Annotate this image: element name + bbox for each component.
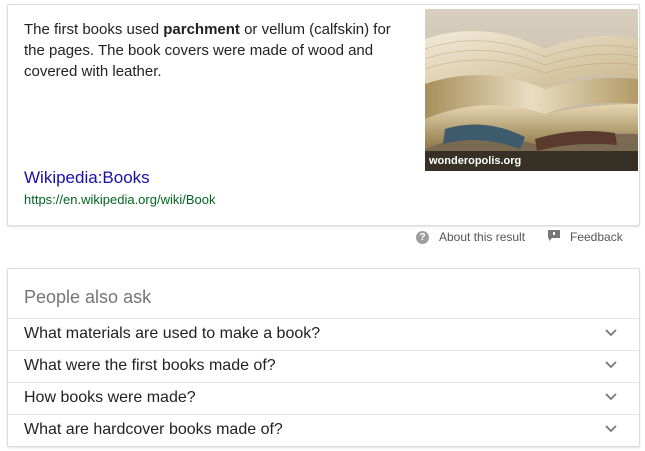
source-title-link[interactable]: Wikipedia:Books [24, 168, 150, 188]
snippet-image[interactable]: wonderopolis.org [425, 9, 638, 171]
feedback-link[interactable]: Feedback [548, 229, 623, 245]
paa-question-row[interactable]: What are hardcover books made of? [8, 414, 639, 446]
chevron-down-icon [605, 329, 617, 337]
question-circle-icon: ? [416, 230, 429, 244]
source-url: https://en.wikipedia.org/wiki/Book [24, 192, 216, 207]
people-also-ask-card: People also ask What materials are used … [7, 268, 640, 447]
chevron-down-icon [605, 425, 617, 433]
snippet-bold-term: parchment [163, 21, 240, 38]
paa-question-text: What were the first books made of? [24, 357, 276, 374]
paa-question-row[interactable]: How books were made? [8, 382, 639, 414]
about-label: About this result [439, 230, 526, 244]
snippet-text-start: The first books used [24, 21, 164, 38]
paa-question-row[interactable]: What were the first books made of? [8, 350, 639, 382]
people-also-ask-title: People also ask [24, 287, 152, 307]
paa-question-text: What are hardcover books made of? [24, 421, 283, 438]
feedback-label: Feedback [570, 230, 623, 244]
chevron-down-icon [605, 361, 617, 369]
feedback-flag-icon [548, 230, 560, 244]
paa-question-row[interactable]: What materials are used to make a book? [8, 318, 639, 350]
chevron-down-icon [605, 393, 617, 401]
about-this-result-link[interactable]: ? About this result [416, 229, 525, 245]
paa-question-text: What materials are used to make a book? [24, 325, 321, 342]
open-books-image [425, 9, 638, 171]
image-source-caption: wonderopolis.org [425, 151, 638, 171]
paa-question-text: How books were made? [24, 389, 196, 406]
snippet-text: The first books used parchment or vellum… [24, 19, 404, 82]
featured-snippet-card: The first books used parchment or vellum… [7, 4, 640, 226]
